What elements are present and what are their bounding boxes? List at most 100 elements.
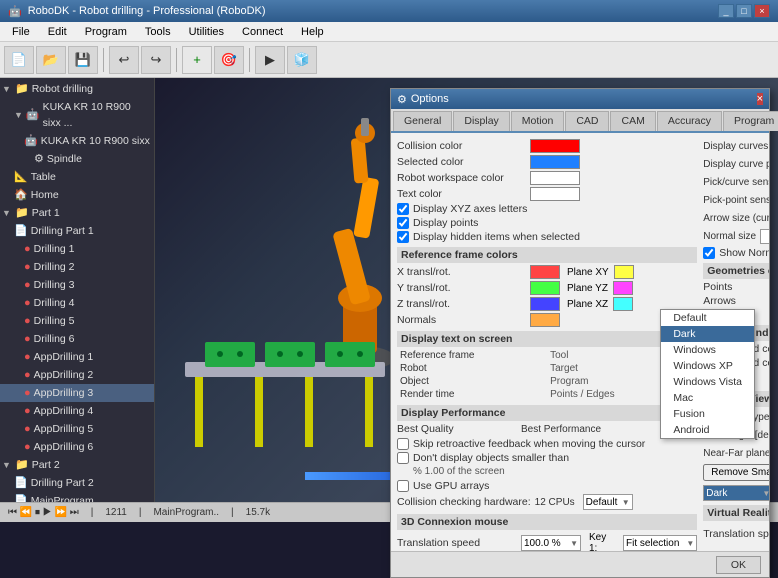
plane-yz-swatch[interactable]: [613, 281, 633, 295]
close-button[interactable]: ×: [754, 4, 770, 18]
normal-size-input[interactable]: [760, 229, 769, 244]
theme-option-windows[interactable]: Windows: [661, 342, 754, 358]
tree-label: AppDrilling 6: [34, 439, 94, 455]
tree-part1[interactable]: ▼ 📁 Part 1: [0, 204, 154, 222]
tab-cad[interactable]: CAD: [565, 111, 609, 131]
arrow-size-label: Arrow size (curve/point): [703, 213, 769, 224]
tree-appdrilling4[interactable]: ● AppDrilling 4: [0, 402, 154, 420]
tree-appdrilling5[interactable]: ● AppDrilling 5: [0, 420, 154, 438]
vr-trans-row: Translation speed 100.0 % ▼ Key 1: Fit s…: [703, 523, 769, 545]
theme-option-dark[interactable]: Dark: [661, 326, 754, 342]
tree-kuka-robot[interactable]: 🤖 KUKA KR 10 R900 sixx: [0, 132, 154, 150]
tree-label: Drilling 4: [34, 295, 75, 311]
btn-redo[interactable]: ↪: [141, 46, 171, 74]
theme-option-mac[interactable]: Mac: [661, 390, 754, 406]
tree-drilling1[interactable]: ● Drilling 1: [0, 240, 154, 258]
menu-utilities[interactable]: Utilities: [181, 24, 232, 40]
tab-motion[interactable]: Motion: [511, 111, 565, 131]
theme-option-default[interactable]: Default: [661, 310, 754, 326]
menu-connect[interactable]: Connect: [234, 24, 291, 40]
tree-appdrilling2[interactable]: ● AppDrilling 2: [0, 366, 154, 384]
tree-drilling6[interactable]: ● Drilling 6: [0, 330, 154, 348]
key1-dropdown[interactable]: Fit selection ▼: [623, 535, 697, 551]
x-transl-swatch[interactable]: [530, 265, 560, 279]
menu-help[interactable]: Help: [293, 24, 332, 40]
collision-color-swatch[interactable]: [530, 139, 580, 153]
tree-home[interactable]: 🏠 Home: [0, 186, 154, 204]
theme-option-android[interactable]: Android: [661, 422, 754, 438]
perf-perf-label: Best Performance: [521, 424, 601, 435]
status-play-btn[interactable]: ⏮ ⏪ ⏹ ▶ ⏩ ⏭: [8, 507, 79, 518]
selected-color-swatch[interactable]: [530, 155, 580, 169]
gpu-checkbox[interactable]: [397, 480, 409, 492]
dark-theme-selected[interactable]: Dark ▼: [703, 485, 769, 501]
btn-undo[interactable]: ↩: [109, 46, 139, 74]
tab-display[interactable]: Display: [453, 111, 509, 131]
tree-drilling2[interactable]: ● Drilling 2: [0, 258, 154, 276]
theme-option-windows-vista[interactable]: Windows Vista: [661, 374, 754, 390]
status-coords: 1211: [105, 507, 127, 518]
tree-label: Drilling 3: [34, 277, 75, 293]
display-hidden-checkbox[interactable]: [397, 231, 409, 243]
show-normals-checkbox[interactable]: [703, 247, 715, 259]
display-points-checkbox[interactable]: [397, 217, 409, 229]
btn-open[interactable]: 📂: [36, 46, 66, 74]
normal-size-label: Normal size: [703, 231, 756, 242]
menu-program[interactable]: Program: [77, 24, 135, 40]
normals-swatch[interactable]: [530, 313, 560, 327]
theme-option-windows-xp[interactable]: Windows XP: [661, 358, 754, 374]
tree-item-robot-drilling[interactable]: ▼ 📁 Robot drilling: [0, 80, 154, 98]
normals-row: Normals: [397, 313, 697, 327]
tree-appdrilling1[interactable]: ● AppDrilling 1: [0, 348, 154, 366]
menu-edit[interactable]: Edit: [40, 24, 75, 40]
z-transl-swatch[interactable]: [530, 297, 560, 311]
theme-option-fusion[interactable]: Fusion: [661, 406, 754, 422]
dialog-close-button[interactable]: ×: [757, 93, 763, 105]
workspace-color-swatch[interactable]: [530, 171, 580, 185]
menu-tools[interactable]: Tools: [137, 24, 179, 40]
tree-drilling5[interactable]: ● Drilling 5: [0, 312, 154, 330]
btn-cube[interactable]: 🧊: [287, 46, 317, 74]
text-color-swatch[interactable]: [530, 187, 580, 201]
tab-program[interactable]: Program: [723, 111, 778, 131]
dark-theme-label: Dark: [706, 488, 727, 499]
z-transl-label: Z transl/rot.: [397, 298, 527, 310]
vr-title: Virtual Reality: [703, 505, 769, 521]
trans-speed-dropdown[interactable]: 100.0 % ▼: [521, 535, 581, 551]
pick-curve-label: Pick/curve sensitivity (thin): [703, 177, 769, 188]
menu-file[interactable]: File: [4, 24, 38, 40]
table-icon: 📐: [14, 169, 28, 185]
btn-run[interactable]: ▶: [255, 46, 285, 74]
separator-3: [249, 48, 250, 72]
tab-accuracy[interactable]: Accuracy: [657, 111, 722, 131]
minimize-button[interactable]: _: [718, 4, 734, 18]
ok-button[interactable]: OK: [716, 556, 761, 574]
plane-xy-swatch[interactable]: [614, 265, 634, 279]
tree-kuka-group[interactable]: ▼ 🤖 KUKA KR 10 R900 sixx ...: [0, 98, 154, 132]
tree-drilling3[interactable]: ● Drilling 3: [0, 276, 154, 294]
plane-xz-swatch[interactable]: [613, 297, 633, 311]
dont-display-checkbox[interactable]: [397, 452, 409, 464]
tree-drilling-part1[interactable]: 📄 Drilling Part 1: [0, 222, 154, 240]
btn-add[interactable]: +: [182, 46, 212, 74]
tree-drilling-part2[interactable]: 📄 Drilling Part 2: [0, 474, 154, 492]
tree-spindle[interactable]: ⚙ Spindle: [0, 150, 154, 168]
tab-general[interactable]: General: [393, 111, 452, 131]
y-transl-swatch[interactable]: [530, 281, 560, 295]
tree-main-program[interactable]: 📄 MainProgram: [0, 492, 154, 502]
tab-cam[interactable]: CAM: [610, 111, 655, 131]
display-xy-checkbox[interactable]: [397, 203, 409, 215]
collision-hw-dropdown[interactable]: Default ▼: [583, 494, 633, 510]
tree-appdrilling6[interactable]: ● AppDrilling 6: [0, 438, 154, 456]
tree-part2[interactable]: ▼ 📁 Part 2: [0, 456, 154, 474]
tree-table[interactable]: 📐 Table: [0, 168, 154, 186]
btn-target[interactable]: 🎯: [214, 46, 244, 74]
tree-drilling4[interactable]: ● Drilling 4: [0, 294, 154, 312]
tree-appdrilling3[interactable]: ● AppDrilling 3: [0, 384, 154, 402]
remove-small-button[interactable]: Remove Small Objects ...: [703, 464, 769, 481]
btn-save[interactable]: 💾: [68, 46, 98, 74]
dropdown-arrow-icon: ▼: [762, 489, 769, 498]
skip-retro-checkbox[interactable]: [397, 438, 409, 450]
btn-new[interactable]: 📄: [4, 46, 34, 74]
maximize-button[interactable]: □: [736, 4, 752, 18]
